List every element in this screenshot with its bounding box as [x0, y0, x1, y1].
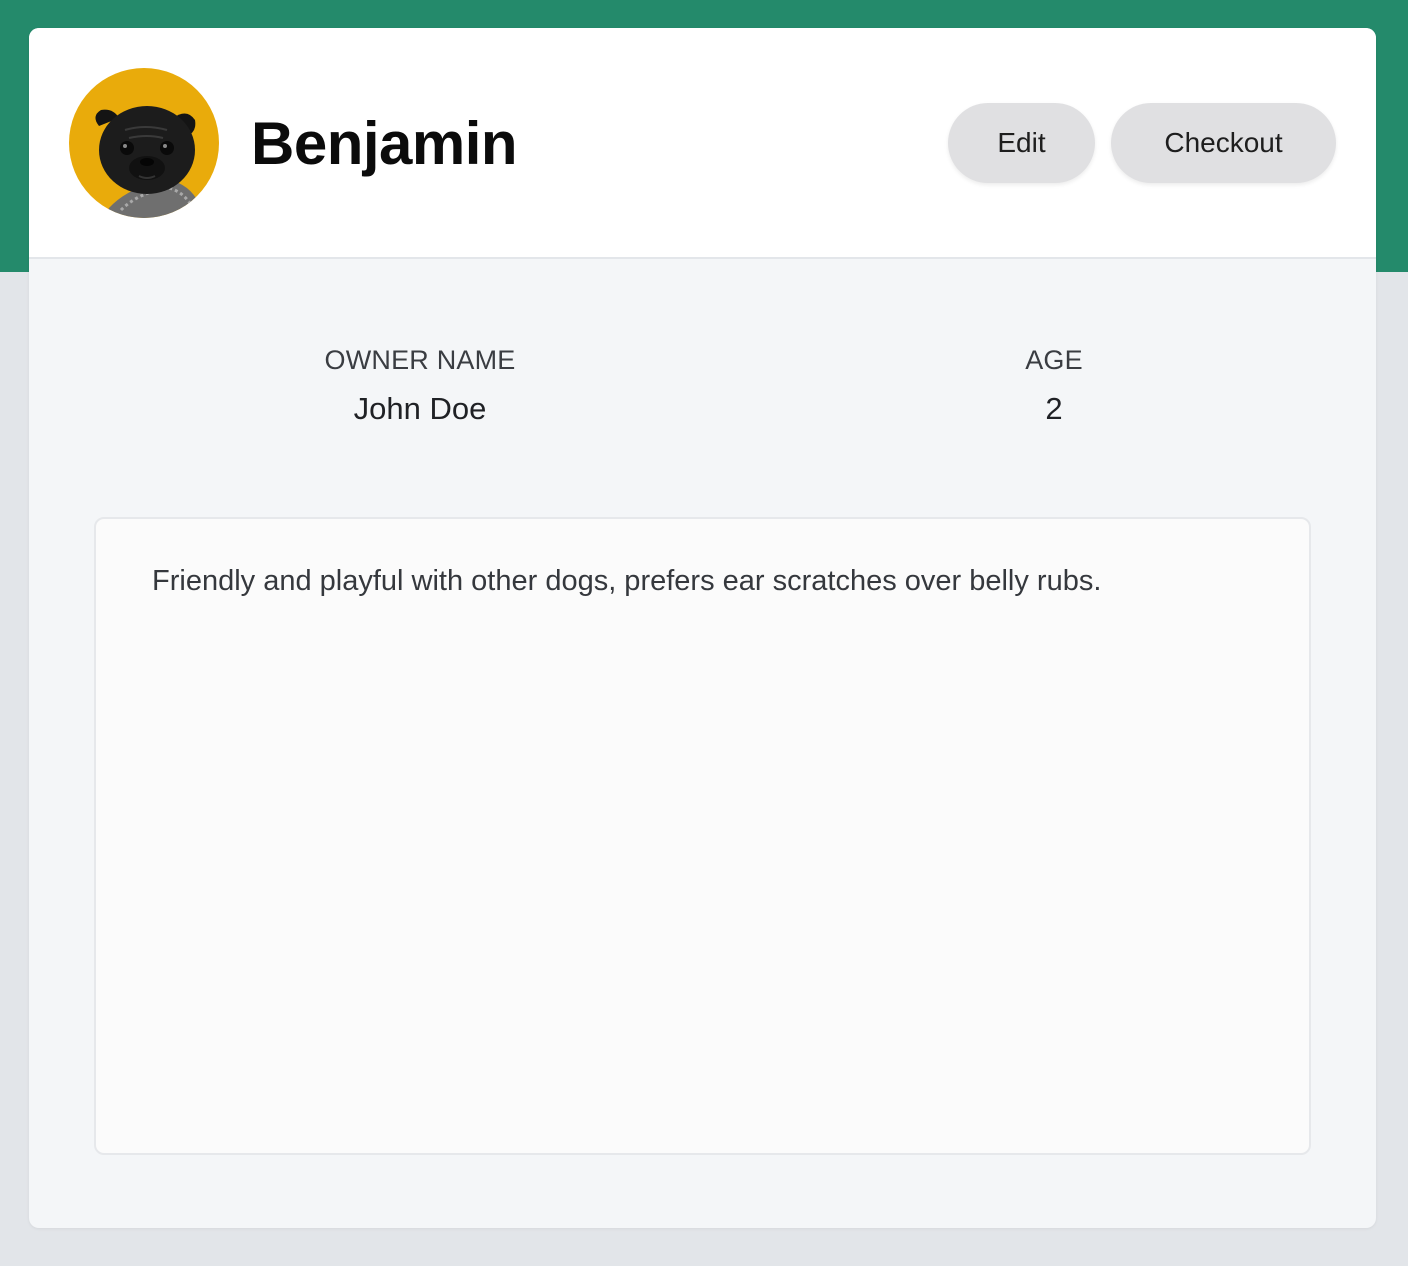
age-value: 2	[1045, 391, 1063, 426]
owner-name-label: OWNER NAME	[324, 345, 516, 375]
notes-text: Friendly and playful with other dogs, pr…	[152, 565, 1102, 597]
pet-profile-header: Benjamin Edit Checkout	[29, 28, 1376, 259]
owner-name-field: OWNER NAME John Doe	[220, 344, 620, 427]
pug-photo-icon	[95, 106, 199, 218]
pet-name-title: Benjamin	[251, 110, 518, 177]
notes-panel: Friendly and playful with other dogs, pr…	[94, 517, 1311, 1155]
checkout-button[interactable]: Checkout	[1111, 103, 1336, 183]
pet-avatar	[69, 68, 219, 218]
pet-profile-card: Benjamin Edit Checkout OWNER NAME John D…	[29, 28, 1376, 1228]
age-field: AGE 2	[954, 344, 1154, 427]
age-label: AGE	[1025, 345, 1083, 375]
owner-name-value: John Doe	[353, 391, 487, 426]
edit-button[interactable]: Edit	[948, 103, 1095, 183]
